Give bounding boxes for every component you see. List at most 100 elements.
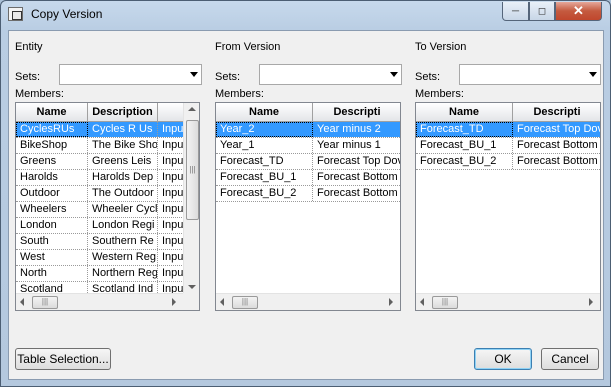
entity-title: Entity [15, 41, 43, 53]
to-version-sets-label: Sets: [415, 71, 441, 83]
table-cell: London Regi [88, 218, 158, 233]
table-cell: Input [158, 218, 184, 233]
table-row[interactable]: CyclesRUsCycles R UsInput [16, 122, 184, 138]
table-cell: Greens [16, 154, 88, 169]
scroll-right-icon[interactable] [589, 298, 593, 306]
entity-members-grid[interactable]: Name Description CyclesRUs Cycles R Us Inp… [15, 102, 200, 311]
dropdown-arrow-icon[interactable] [589, 72, 597, 77]
from-version-title: From Version [215, 41, 281, 53]
table-row[interactable]: LondonLondon RegiInput [16, 218, 184, 234]
entity-sets-combo[interactable] [59, 64, 202, 85]
to-version-members-grid[interactable]: Name Descripti Forecast_TD Forecast Top D… [415, 102, 601, 311]
table-row[interactable]: Forecast_BU_2 Forecast Bottom [416, 154, 600, 170]
table-cell: Wheeler Cycl [88, 202, 158, 217]
scroll-right-icon[interactable] [172, 298, 176, 306]
table-cell: Input [158, 234, 184, 249]
to-version-grid-header: Name Descripti [416, 103, 600, 122]
entity-sets-label: Sets: [15, 71, 41, 83]
table-row[interactable]: Forecast_TD Forecast Top Dov [216, 154, 400, 170]
table-cell: Input [158, 170, 184, 185]
entity-grid-header: Name Description [16, 103, 184, 122]
maximize-button[interactable]: ◻ [529, 2, 555, 21]
scroll-up-icon[interactable] [188, 107, 196, 111]
table-cell: Greens Leis [88, 154, 158, 169]
entity-hscroll-thumb[interactable]: ||| [32, 296, 58, 309]
column-header-name[interactable]: Name [416, 103, 513, 121]
table-cell: North [16, 266, 88, 281]
close-icon: ✕ [573, 3, 584, 18]
table-row[interactable]: GreensGreens LeisInput [16, 154, 184, 170]
window-icon [8, 7, 23, 21]
table-cell: The Outdoor [88, 186, 158, 201]
table-cell: Wheelers [16, 202, 88, 217]
column-header-description[interactable]: Descripti [513, 103, 600, 121]
table-cell: Year_1 [216, 138, 313, 153]
table-cell: Forecast Bottom [513, 154, 600, 169]
cancel-button[interactable]: Cancel [541, 348, 599, 370]
scroll-left-icon[interactable] [20, 298, 24, 306]
entity-horizontal-scrollbar[interactable]: ||| [16, 293, 183, 310]
column-header-description[interactable]: Description [88, 103, 158, 121]
table-row[interactable]: Forecast_BU_1 Forecast Bottom [416, 138, 600, 154]
to-version-horizontal-scrollbar[interactable]: ||| [416, 293, 600, 310]
table-row[interactable]: NorthNorthern RegInput [16, 266, 184, 282]
table-cell: Year minus 1 [313, 138, 400, 153]
table-row[interactable]: Forecast_BU_2 Forecast Bottom [216, 186, 400, 202]
from-version-members-grid[interactable]: Name Descripti Year_2 Year minus 2 Year_1 Y… [215, 102, 401, 311]
column-header-type[interactable] [158, 103, 184, 121]
table-row[interactable]: WheelersWheeler CyclInput [16, 202, 184, 218]
table-cell: Input [158, 202, 184, 217]
column-header-name[interactable]: Name [216, 103, 313, 121]
table-row[interactable]: WestWestern RegInput [16, 250, 184, 266]
table-cell: Year_2 [216, 122, 313, 137]
table-cell: Forecast_TD [216, 154, 313, 169]
scroll-down-icon[interactable] [188, 285, 196, 289]
table-cell: Harolds [16, 170, 88, 185]
from-version-sets-combo[interactable] [259, 64, 402, 85]
from-version-horizontal-scrollbar[interactable]: ||| [216, 293, 400, 310]
entity-members-label: Members: [15, 88, 64, 100]
dropdown-arrow-icon[interactable] [390, 72, 398, 77]
column-header-name[interactable]: Name [16, 103, 88, 121]
dialog-body: Entity Sets: Members: Name Description C… [8, 30, 604, 380]
close-button[interactable]: ✕ [555, 2, 602, 21]
dropdown-arrow-icon[interactable] [190, 72, 198, 77]
to-version-grid-rows: Forecast_TD Forecast Top Dov Forecast_BU_1… [416, 122, 600, 170]
table-cell: Input [158, 250, 184, 265]
table-row[interactable]: Forecast_TD Forecast Top Dov [416, 122, 600, 138]
scroll-left-icon[interactable] [220, 298, 224, 306]
to-version-sets-combo[interactable] [459, 64, 601, 85]
scroll-right-icon[interactable] [389, 298, 393, 306]
minimize-button[interactable]: ─ [502, 2, 529, 21]
entity-vscroll-thumb[interactable]: ||| [186, 120, 199, 220]
table-row[interactable]: Year_1 Year minus 1 [216, 138, 400, 154]
title-bar[interactable]: Copy Version ─ ◻ ✕ [1, 1, 610, 27]
scroll-left-icon[interactable] [420, 298, 424, 306]
to-version-hscroll-thumb[interactable]: ||| [432, 296, 458, 309]
from-version-grid-header: Name Descripti [216, 103, 400, 122]
table-row[interactable]: BikeShopThe Bike ShoInput [16, 138, 184, 154]
table-cell: Forecast_TD [416, 122, 513, 137]
maximize-icon: ◻ [537, 5, 547, 17]
table-cell: Harolds Dep [88, 170, 158, 185]
entity-vertical-scrollbar[interactable]: ||| [183, 103, 199, 293]
table-cell: Forecast_BU_1 [216, 170, 313, 185]
table-row[interactable]: HaroldsHarolds DepInput [16, 170, 184, 186]
table-cell: Input [158, 154, 184, 169]
table-row[interactable]: Forecast_BU_1 Forecast Bottom [216, 170, 400, 186]
table-cell: Forecast_BU_2 [216, 186, 313, 201]
table-selection-button[interactable]: Table Selection... [15, 348, 111, 370]
table-cell: West [16, 250, 88, 265]
table-row[interactable]: SouthSouthern ReInput [16, 234, 184, 250]
table-cell: Input [158, 266, 184, 281]
table-row[interactable]: Year_2 Year minus 2 [216, 122, 400, 138]
table-row[interactable]: OutdoorThe OutdoorInput [16, 186, 184, 202]
column-header-description[interactable]: Descripti [313, 103, 400, 121]
from-version-hscroll-thumb[interactable]: ||| [232, 296, 258, 309]
table-cell: Forecast_BU_2 [416, 154, 513, 169]
table-cell: BikeShop [16, 138, 88, 153]
from-version-grid-rows: Year_2 Year minus 2 Year_1 Year minus 1 Fore… [216, 122, 400, 202]
ok-button[interactable]: OK [474, 348, 532, 370]
table-cell: Input [158, 186, 184, 201]
from-version-members-label: Members: [215, 88, 264, 100]
